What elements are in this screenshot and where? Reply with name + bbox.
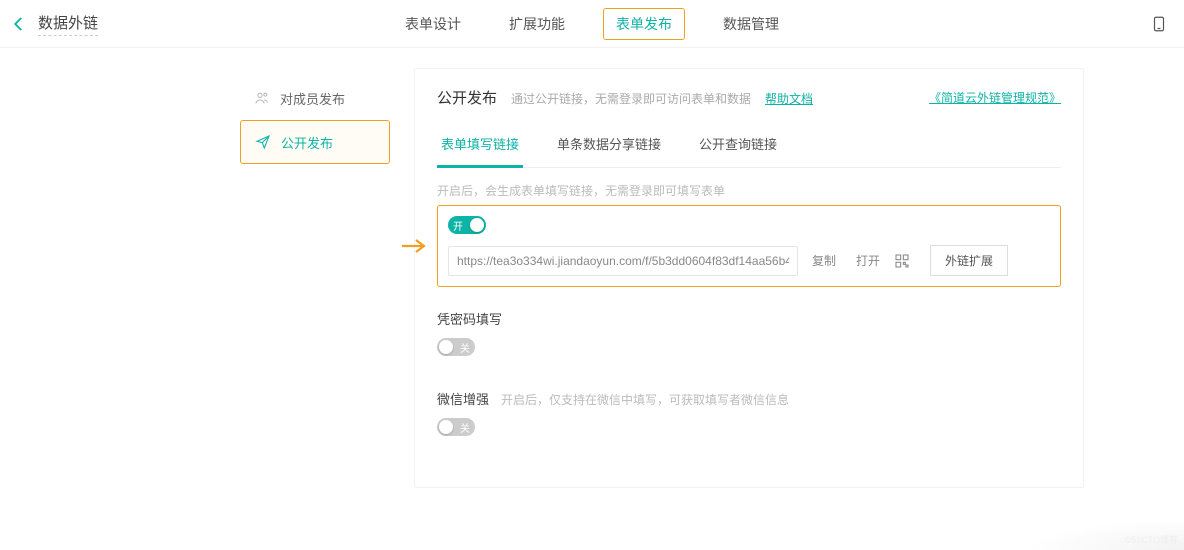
toggle-off-label: 关 (460, 340, 470, 355)
nav-form-publish[interactable]: 表单发布 (603, 8, 685, 40)
toggle-knob (470, 218, 484, 232)
panel-title: 公开发布 (437, 87, 497, 108)
send-icon (255, 134, 271, 150)
external-extend-button[interactable]: 外链扩展 (930, 245, 1008, 276)
callout-arrow-icon (400, 236, 428, 256)
toggle-knob (439, 420, 453, 434)
top-nav: 表单设计 扩展功能 表单发布 数据管理 (395, 8, 789, 40)
sidebar-item-members[interactable]: 对成员发布 (240, 76, 390, 120)
device-icon[interactable] (1150, 15, 1168, 33)
password-section: 凭密码填写 关 (437, 309, 1061, 367)
share-link-box: 开 复制 打开 外链扩展 (437, 205, 1061, 287)
toggle-knob (439, 340, 453, 354)
publish-tabs: 表单填写链接 单条数据分享链接 公开查询链接 (437, 124, 1061, 168)
nav-data-management[interactable]: 数据管理 (713, 8, 789, 40)
password-title: 凭密码填写 (437, 309, 502, 328)
tab-form-fill-link[interactable]: 表单填写链接 (437, 124, 523, 168)
page-title: 数据外链 (38, 12, 98, 36)
share-url-input[interactable] (448, 246, 798, 276)
copy-button[interactable]: 复制 (806, 252, 842, 269)
watermark: ©51CTO博客 (1125, 533, 1178, 546)
sidebar-item-public[interactable]: 公开发布 (240, 120, 390, 164)
help-doc-link[interactable]: 帮助文档 (765, 90, 813, 107)
password-toggle[interactable]: 关 (437, 338, 475, 356)
nav-form-design[interactable]: 表单设计 (395, 8, 471, 40)
wechat-subtitle: 开启后，仅支持在微信中填写，可获取填写者微信信息 (501, 391, 789, 408)
sidebar-item-label: 对成员发布 (280, 89, 345, 108)
qr-icon[interactable] (894, 253, 910, 269)
fill-link-toggle[interactable]: 开 (448, 216, 486, 234)
wechat-toggle[interactable]: 关 (437, 418, 475, 436)
sidebar-item-label: 公开发布 (281, 133, 333, 152)
tab-public-query-link[interactable]: 公开查询链接 (695, 124, 781, 167)
user-icon (254, 90, 270, 106)
body: 对成员发布 公开发布 公开发布 通过公开链接，无需登录即可访问表单和数据 帮助文… (0, 48, 1184, 508)
tab-single-share-link[interactable]: 单条数据分享链接 (553, 124, 665, 167)
fill-link-hint: 开启后，会生成表单填写链接，无需登录即可填写表单 (437, 182, 1061, 199)
public-publish-panel: 公开发布 通过公开链接，无需登录即可访问表单和数据 帮助文档 《简道云外链管理规… (414, 68, 1084, 488)
wechat-title: 微信增强 (437, 389, 489, 408)
wechat-section: 微信增强 开启后，仅支持在微信中填写，可获取填写者微信信息 关 (437, 389, 1061, 447)
back-icon[interactable] (10, 15, 28, 33)
open-button[interactable]: 打开 (850, 252, 886, 269)
top-bar: 数据外链 表单设计 扩展功能 表单发布 数据管理 (0, 0, 1184, 48)
external-link-policy[interactable]: 《简道云外链管理规范》 (929, 89, 1061, 106)
link-row: 复制 打开 外链扩展 (448, 245, 1050, 276)
toggle-off-label: 关 (460, 420, 470, 435)
panel-subtitle: 通过公开链接，无需登录即可访问表单和数据 (511, 90, 751, 107)
nav-extensions[interactable]: 扩展功能 (499, 8, 575, 40)
toggle-on-label: 开 (453, 218, 463, 233)
publish-sidebar: 对成员发布 公开发布 (240, 76, 390, 164)
